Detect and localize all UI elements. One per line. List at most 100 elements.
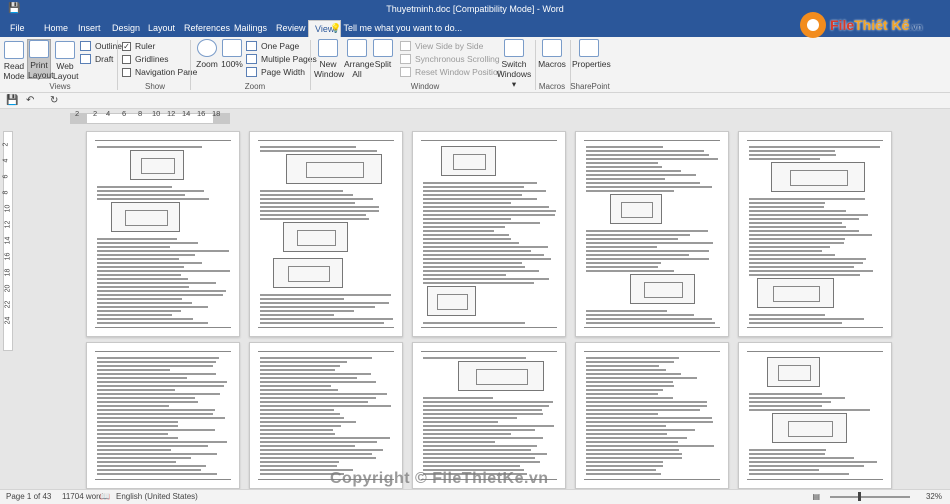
document-canvas[interactable] bbox=[14, 127, 950, 489]
text-line bbox=[586, 461, 663, 463]
page-footer-rule bbox=[421, 327, 557, 328]
properties-icon bbox=[579, 39, 599, 57]
page-header-rule bbox=[584, 140, 720, 141]
reset-window-position-button[interactable]: Reset Window Position bbox=[400, 67, 502, 77]
save-icon[interactable]: 💾 bbox=[6, 95, 18, 106]
print-layout-button[interactable]: Print Layout bbox=[27, 39, 54, 80]
text-line bbox=[749, 246, 830, 248]
tab-home[interactable]: Home bbox=[38, 20, 74, 37]
page-width-button[interactable]: Page Width bbox=[246, 67, 305, 77]
properties-button[interactable]: Properties bbox=[572, 39, 611, 69]
text-line bbox=[749, 457, 854, 459]
text-line bbox=[97, 377, 187, 379]
text-line bbox=[260, 465, 337, 467]
split-button[interactable]: Split bbox=[372, 39, 394, 69]
document-page[interactable] bbox=[738, 131, 892, 337]
tell-me-search[interactable]: 💡 Tell me what you want to do... bbox=[330, 20, 462, 37]
multiple-pages-button[interactable]: Multiple Pages bbox=[246, 54, 317, 64]
arrange-all-button[interactable]: Arrange All bbox=[344, 39, 374, 79]
read-mode-button[interactable]: Read Mode bbox=[2, 41, 26, 81]
text-line bbox=[423, 246, 548, 248]
text-line bbox=[423, 357, 526, 359]
language-indicator[interactable]: English (United States) bbox=[116, 492, 198, 501]
text-line bbox=[586, 154, 709, 156]
text-line bbox=[586, 357, 679, 359]
new-window-icon bbox=[318, 39, 338, 57]
text-line bbox=[586, 186, 712, 188]
zoom-button[interactable]: Zoom bbox=[195, 39, 219, 69]
text-line bbox=[260, 413, 340, 415]
tab-design[interactable]: Design bbox=[106, 20, 146, 37]
text-line bbox=[97, 242, 198, 244]
text-line bbox=[97, 302, 192, 304]
page-header-rule bbox=[747, 140, 883, 141]
page-header-rule bbox=[421, 351, 557, 352]
text-line bbox=[586, 242, 713, 244]
text-line bbox=[97, 322, 208, 324]
ruler-checkbox[interactable]: ✓ Ruler bbox=[122, 41, 155, 51]
document-page[interactable] bbox=[86, 342, 240, 489]
new-window-button[interactable]: New Window bbox=[314, 39, 344, 79]
text-line bbox=[586, 318, 712, 320]
zoom-slider[interactable] bbox=[830, 492, 910, 501]
outline-button[interactable]: Outline bbox=[80, 41, 122, 51]
zoom-100-button[interactable]: 100% bbox=[220, 39, 244, 69]
redo-icon[interactable]: ↻ bbox=[50, 95, 58, 106]
tab-layout[interactable]: Layout bbox=[142, 20, 181, 37]
tab-file[interactable]: File bbox=[4, 20, 31, 37]
text-line bbox=[749, 150, 835, 152]
synchronous-scrolling-button[interactable]: Synchronous Scrolling bbox=[400, 54, 500, 64]
text-line bbox=[423, 206, 549, 208]
document-page[interactable] bbox=[412, 131, 566, 337]
text-line bbox=[423, 425, 554, 427]
document-page[interactable] bbox=[412, 342, 566, 489]
text-line bbox=[423, 202, 511, 204]
tab-insert[interactable]: Insert bbox=[72, 20, 107, 37]
text-line bbox=[749, 202, 825, 204]
document-page[interactable] bbox=[575, 131, 729, 337]
text-line bbox=[586, 310, 667, 312]
text-line bbox=[260, 449, 383, 451]
switch-windows-button[interactable]: Switch Windows ▾ bbox=[496, 39, 532, 89]
navigation-pane-checkbox[interactable]: Navigation Pane bbox=[122, 67, 197, 77]
text-line bbox=[260, 433, 335, 435]
text-line bbox=[97, 381, 227, 383]
gridlines-checkbox[interactable]: Gridlines bbox=[122, 54, 169, 64]
text-line bbox=[586, 238, 678, 240]
view-side-by-side-button[interactable]: View Side by Side bbox=[400, 41, 483, 51]
document-page[interactable] bbox=[249, 342, 403, 489]
zoom-level[interactable]: 32% bbox=[926, 492, 942, 501]
read-mode-status-icon[interactable]: ▤ bbox=[812, 492, 820, 501]
one-page-button[interactable]: One Page bbox=[246, 41, 299, 51]
macros-button[interactable]: Macros bbox=[538, 39, 566, 69]
text-line bbox=[97, 393, 220, 395]
proofing-icon[interactable]: 📖 bbox=[100, 492, 110, 501]
text-line bbox=[423, 222, 540, 224]
side-by-side-icon bbox=[400, 41, 411, 51]
document-page[interactable] bbox=[738, 342, 892, 489]
text-line bbox=[749, 242, 844, 244]
text-line bbox=[97, 262, 202, 264]
page-header-rule bbox=[421, 140, 557, 141]
text-line bbox=[97, 250, 229, 252]
web-layout-button[interactable]: Web Layout bbox=[53, 41, 79, 81]
draft-button[interactable]: Draft bbox=[80, 54, 113, 64]
vertical-ruler[interactable]: 2 4 6 8 10 12 14 16 18 20 22 24 bbox=[0, 127, 14, 489]
undo-icon[interactable]: ↶ bbox=[26, 95, 34, 106]
page-count[interactable]: Page 1 of 43 bbox=[6, 492, 51, 501]
text-line bbox=[97, 318, 193, 320]
one-page-icon bbox=[246, 41, 257, 51]
text-line bbox=[423, 453, 547, 455]
text-line bbox=[749, 322, 842, 324]
document-page[interactable] bbox=[575, 342, 729, 489]
document-page[interactable] bbox=[86, 131, 240, 337]
text-line bbox=[260, 377, 357, 379]
document-page[interactable] bbox=[249, 131, 403, 337]
tab-mailings[interactable]: Mailings bbox=[228, 20, 273, 37]
ribbon-view: Read Mode Print Layout Web Layout Outlin… bbox=[0, 37, 950, 93]
horizontal-ruler[interactable]: 2 2 4 6 8 10 12 14 16 18 bbox=[0, 109, 950, 127]
text-line bbox=[423, 413, 543, 415]
tab-review[interactable]: Review bbox=[270, 20, 312, 37]
text-line bbox=[586, 397, 673, 399]
macros-group-label: Macros bbox=[538, 82, 566, 91]
